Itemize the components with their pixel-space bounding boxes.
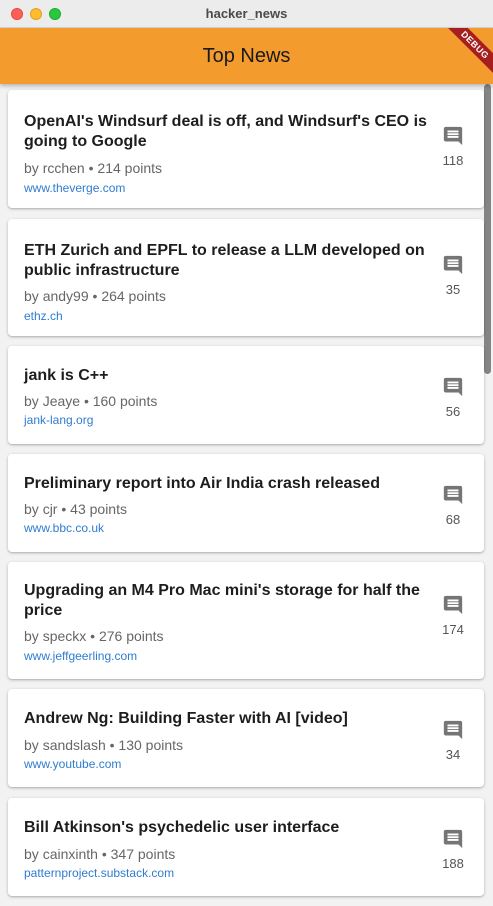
story-meta: by cainxinth • 347 points — [24, 845, 175, 863]
comment-icon — [443, 829, 463, 849]
story-points: 264 points — [101, 288, 166, 304]
comment-count: 174 — [442, 622, 464, 637]
story-author: cjr — [42, 501, 58, 517]
story-title[interactable]: Upgrading an M4 Pro Mac mini's storage f… — [24, 581, 434, 621]
story-title[interactable]: OpenAI's Windsurf deal is off, and Winds… — [24, 112, 434, 152]
story-points: 214 points — [97, 160, 163, 176]
comment-count: 35 — [445, 282, 461, 297]
story-meta: by cjr • 43 points — [24, 500, 127, 518]
comment-icon — [443, 595, 463, 615]
app-bar: Top News DEBUG — [0, 28, 493, 84]
meta-separator: • — [109, 737, 115, 753]
comment-icon — [443, 720, 463, 740]
story-points: 160 points — [92, 393, 158, 409]
story-meta: by sandslash • 130 points — [24, 736, 183, 754]
by-label: by — [24, 393, 39, 409]
story-meta: by speckx • 276 points — [24, 627, 164, 645]
by-label: by — [24, 737, 39, 753]
comments-button[interactable]: 118 — [438, 125, 468, 169]
comment-icon — [443, 255, 463, 275]
story-title[interactable]: Bill Atkinson's psychedelic user interfa… — [24, 818, 434, 838]
story-author: rcchen — [42, 160, 85, 176]
scrollbar-thumb[interactable] — [484, 84, 491, 374]
comment-icon — [443, 126, 463, 146]
meta-separator: • — [61, 501, 67, 517]
story-domain[interactable]: www.bbc.co.uk — [24, 521, 104, 536]
meta-separator: • — [88, 160, 94, 176]
meta-separator: • — [90, 628, 96, 644]
comment-count: 68 — [445, 512, 461, 527]
story-card[interactable]: OpenAI's Windsurf deal is off, and Winds… — [8, 90, 484, 208]
story-card[interactable]: jank is C++ by Jeaye • 160 points jank-l… — [8, 346, 484, 444]
story-points: 276 points — [98, 628, 164, 644]
comment-count: 188 — [442, 856, 464, 871]
by-label: by — [24, 846, 39, 862]
story-title[interactable]: Andrew Ng: Building Faster with AI [vide… — [24, 709, 434, 729]
story-domain[interactable]: www.youtube.com — [24, 757, 121, 772]
comments-button[interactable]: 34 — [438, 719, 468, 763]
by-label: by — [24, 160, 39, 176]
title-bar: hacker_news — [0, 0, 493, 28]
story-card[interactable]: Preliminary report into Air India crash … — [8, 454, 484, 552]
story-card[interactable]: Bill Atkinson's psychedelic user interfa… — [8, 798, 484, 896]
meta-separator: • — [92, 288, 98, 304]
story-author: speckx — [42, 628, 87, 644]
comments-button[interactable]: 174 — [438, 594, 468, 638]
story-card[interactable]: Upgrading an M4 Pro Mac mini's storage f… — [8, 562, 484, 679]
story-author: cainxinth — [42, 846, 98, 862]
comment-count: 118 — [442, 153, 464, 168]
comment-icon — [443, 377, 463, 397]
page-title: Top News — [202, 45, 291, 67]
comments-button[interactable]: 35 — [438, 254, 468, 298]
story-points: 347 points — [110, 846, 176, 862]
meta-separator: • — [83, 393, 89, 409]
story-meta: by Jeaye • 160 points — [24, 392, 157, 410]
story-list[interactable]: OpenAI's Windsurf deal is off, and Winds… — [0, 84, 493, 906]
story-domain[interactable]: www.theverge.com — [24, 181, 125, 196]
story-author: andy99 — [42, 288, 89, 304]
story-card[interactable]: Andrew Ng: Building Faster with AI [vide… — [8, 689, 484, 787]
story-domain[interactable]: ethz.ch — [24, 309, 63, 324]
comment-count: 34 — [445, 747, 461, 762]
story-author: sandslash — [42, 737, 106, 753]
by-label: by — [24, 288, 39, 304]
comments-button[interactable]: 56 — [438, 376, 468, 420]
comment-icon — [443, 485, 463, 505]
story-card[interactable]: ETH Zurich and EPFL to release a LLM dev… — [8, 219, 484, 336]
story-points: 43 points — [70, 501, 127, 517]
story-title[interactable]: Preliminary report into Air India crash … — [24, 474, 434, 494]
comments-button[interactable]: 68 — [438, 484, 468, 528]
comment-count: 56 — [445, 404, 461, 419]
story-points: 130 points — [118, 737, 184, 753]
app-window: hacker_news Top News DEBUG OpenAI's Wind… — [0, 0, 493, 906]
meta-separator: • — [101, 846, 107, 862]
by-label: by — [24, 628, 39, 644]
story-domain[interactable]: patternproject.substack.com — [24, 866, 174, 881]
story-meta: by andy99 • 264 points — [24, 287, 166, 305]
story-domain[interactable]: jank-lang.org — [24, 413, 93, 428]
story-author: Jeaye — [42, 393, 81, 409]
story-title[interactable]: ETH Zurich and EPFL to release a LLM dev… — [24, 241, 434, 281]
story-meta: by rcchen • 214 points — [24, 159, 162, 177]
story-title[interactable]: jank is C++ — [24, 366, 434, 386]
by-label: by — [24, 501, 39, 517]
window-title: hacker_news — [205, 6, 288, 21]
comments-button[interactable]: 188 — [438, 828, 468, 872]
story-domain[interactable]: www.jeffgeerling.com — [24, 649, 137, 664]
